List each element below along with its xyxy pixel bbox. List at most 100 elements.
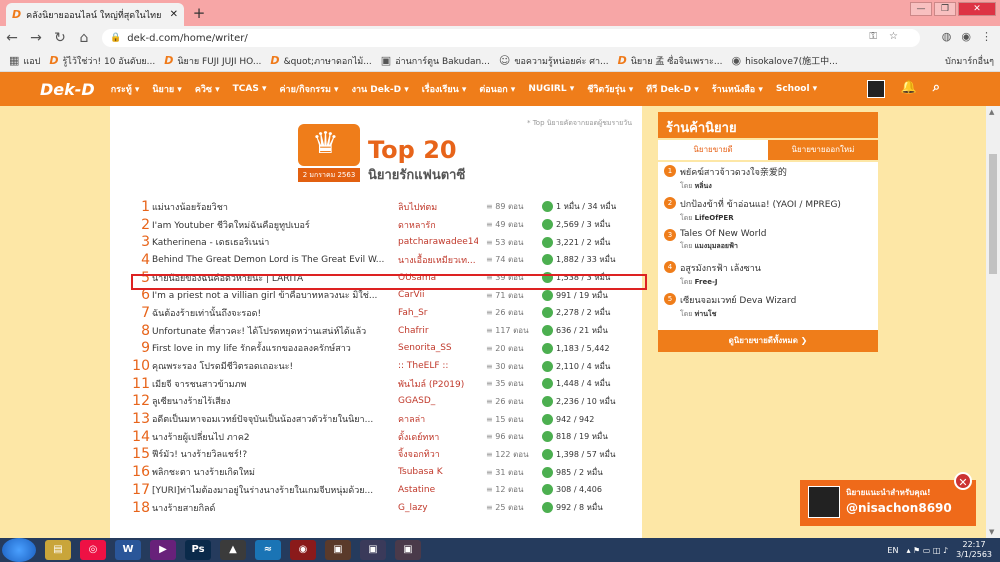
bell-icon[interactable]: 🔔 — [901, 80, 917, 98]
author-link[interactable]: Fah_Sr — [398, 308, 478, 318]
language-indicator[interactable]: EN — [887, 546, 898, 555]
visualstudio-icon[interactable]: ▶ — [150, 540, 176, 560]
chrome-icon[interactable]: ◎ — [80, 540, 106, 560]
shop-item-author[interactable]: LifeOfPER — [695, 214, 734, 222]
bookmark-item[interactable]: ▣ อ่านการ์ตูน Bakudan... — [381, 54, 490, 68]
ranking-row[interactable]: 17 [YURI]ท่าไมต้องมาอยู่ในร่างนางร้ายในเก… — [110, 481, 642, 499]
author-link[interactable]: ดาหลารัก — [398, 218, 478, 232]
bookmark-star-icon[interactable]: ⚿☆ — [869, 31, 910, 42]
shop-item[interactable]: 3 Tales Of New World โดย แมงมุมลอยฟ้า — [658, 226, 878, 258]
image-icon[interactable]: ▣ — [325, 540, 351, 560]
nav-item[interactable]: กระทู้ ▾ — [111, 82, 140, 96]
novel-title-link[interactable]: นางร้ายสายกิลด์ — [152, 501, 388, 515]
novel-title-link[interactable]: Katherinena - เดธเธอริเนน่า — [152, 235, 388, 249]
nav-item[interactable]: ทีวี Dek-D ▾ — [646, 82, 699, 96]
shop-item-author[interactable]: ท่านโช — [695, 310, 717, 318]
shop-item[interactable]: 1 พยัคฆ์สาวจ้าวดวงใจ亲爱的 โดย หลิ่นง — [658, 162, 878, 194]
recommendation-popup[interactable]: นิยายแนะนำสำหรับคุณ! @nisachon8690 — [800, 480, 976, 526]
shop-item-author[interactable]: Free-J — [695, 278, 718, 286]
start-button[interactable] — [2, 538, 36, 562]
bookmark-item[interactable]: D นิยาย 孟 ซื่อจินเพราะ... — [618, 54, 723, 68]
ranking-row[interactable]: 8 Unfortunate ที่สาวคะ! ได้โปรดหยุดหว่านเ… — [110, 322, 642, 340]
tab-new-release[interactable]: นิยายขายออกใหม่ — [768, 140, 878, 160]
nav-item[interactable]: TCAS ▾ — [233, 84, 267, 94]
forward-icon[interactable]: → — [24, 30, 48, 46]
scroll-down-icon[interactable]: ▼ — [989, 528, 994, 536]
shop-item-title[interactable]: พยัคฆ์สาวจ้าวดวงใจ亲爱的 — [680, 162, 878, 179]
author-link[interactable]: Astatine — [398, 485, 478, 495]
novel-title-link[interactable]: ฉันต้องร้ายเท่านั้นถึงจะรอด! — [152, 306, 388, 320]
shop-item[interactable]: 5 เซียนจอมเวทย์ Deva Wizard โดย ท่านโช — [658, 290, 878, 322]
word-icon[interactable]: W — [115, 540, 141, 560]
ranking-row[interactable]: 4 Behind The Great Demon Lord is The Grea… — [110, 251, 642, 269]
author-link[interactable]: นางเอื้อยเหมียวเท... — [398, 253, 478, 267]
shop-item[interactable]: 2 ปกป้องข้าที่ ข้าอ่อนแอ! (YAOI / MPREG) โ… — [658, 194, 878, 226]
shop-item-title[interactable]: Tales Of New World — [680, 226, 878, 239]
new-tab-button[interactable]: + — [190, 4, 208, 22]
profile-icon[interactable]: ◉ — [961, 30, 971, 43]
ranking-row[interactable]: 16พลิกชะตา นางร้ายเกิดใหม่ Tsubasa K 31 ตอ… — [110, 463, 642, 481]
app-icon[interactable]: ▲ — [220, 540, 246, 560]
bookmark-item[interactable]: D &quot;ภาษาดอกไม้... — [270, 54, 371, 68]
novel-title-link[interactable]: คุณพระรอง โปรดมีชีวิตรอดเถอะนะ! — [152, 359, 388, 373]
image-icon[interactable]: ▣ — [395, 540, 421, 560]
author-link[interactable]: :: TheELF :: — [398, 361, 478, 371]
ranking-row[interactable]: 18นางร้ายสายกิลด์ G_lazy 25 ตอน 992 / 8 หมื… — [110, 499, 642, 517]
bookmark-item[interactable]: ☺ ขอความรู้หน่อยค่ะ ศา... — [499, 54, 609, 68]
ranking-row[interactable]: 15ฟีร์มัว! นางร้ายวิลแชร์!? จิ้งจอกทิวา 12… — [110, 446, 642, 464]
nav-item[interactable]: NUGIRL ▾ — [528, 84, 574, 94]
user-avatar[interactable] — [866, 80, 885, 98]
ranking-row[interactable]: 13 อดีตเป็นมหาจอมเวทย์ปัจจุบันเป็นน้องสาว… — [110, 410, 642, 428]
novel-title-link[interactable]: แม่นางน้อยร้อยวิชา — [152, 200, 388, 214]
novel-title-link[interactable]: [YURI]ท่าไมต้องมาอยู่ในร่างนางร้ายในเกมจ… — [152, 483, 388, 497]
back-icon[interactable]: ← — [0, 30, 24, 46]
shop-item-title[interactable]: เซียนจอมเวทย์ Deva Wizard — [680, 290, 878, 307]
novel-title-link[interactable]: ลูเซียนางร้ายไร้เสียง — [152, 394, 388, 408]
author-link[interactable]: CarVii — [398, 290, 478, 300]
dekd-logo[interactable]: Dek-D — [40, 80, 95, 99]
author-link[interactable]: ดั้งเดย์ทหา — [398, 430, 478, 444]
author-link[interactable]: Senorita_SS — [398, 343, 478, 353]
novel-title-link[interactable]: I'm a priest not a villian girl ข้าคือบา… — [152, 288, 388, 302]
novel-title-link[interactable]: ฟีร์มัว! นางร้ายวิลแชร์!? — [152, 447, 388, 461]
ranking-row[interactable]: 2 I'am Youtuber ชีวิตใหม่ฉันคือยูทูปเบอร์… — [110, 216, 642, 234]
ranking-row[interactable]: 9 First love in my life รักครั้งแรกของอลง… — [110, 340, 642, 358]
minimize-icon[interactable]: — — [910, 2, 932, 16]
see-all-bestsellers-button[interactable]: ดูนิยายขายดีทั้งหมด ❯ — [658, 330, 878, 352]
author-link[interactable]: Chafrir — [398, 326, 478, 336]
nav-item[interactable]: ต่อนอก ▾ — [479, 82, 515, 96]
close-tab-icon[interactable]: ✕ — [170, 9, 178, 20]
shop-item-author[interactable]: แมงมุมลอยฟ้า — [695, 242, 738, 250]
nav-item[interactable]: ชีวิตวัยรุ่น ▾ — [587, 82, 633, 96]
photoshop-icon[interactable]: Ps — [185, 540, 211, 560]
author-link[interactable]: GGASD_ — [398, 396, 478, 406]
ranking-row[interactable]: 7ฉันต้องร้ายเท่านั้นถึงจะรอด! Fah_Sr 26 ตอ… — [110, 304, 642, 322]
author-link[interactable]: พันไมล์ (P2019) — [398, 377, 478, 391]
app-icon[interactable]: ◉ — [290, 540, 316, 560]
extension-icon[interactable]: ◍ — [942, 30, 952, 43]
author-link[interactable]: ลิบไปท่ตม — [398, 200, 478, 214]
tray-icons[interactable]: ▴ ⚑ ▭ ◫ ♪ — [906, 546, 948, 555]
ranking-row[interactable]: 12ลูเซียนางร้ายไร้เสียง GGASD_ 26 ตอน 2,236… — [110, 393, 642, 411]
ranking-row[interactable]: 10 คุณพระรอง โปรดมีชีวิตรอดเถอะนะ!:: TheE… — [110, 357, 642, 375]
author-link[interactable]: คาลล่า — [398, 412, 478, 426]
url-bar[interactable]: 🔒 dek-d.com/home/writer/ ⚿☆ — [102, 29, 920, 47]
nav-item[interactable]: ค่าย/กิจกรรม ▾ — [280, 82, 339, 96]
bookmark-item[interactable]: D รู้ไว้ใช่ว่า! 10 อันดับย... — [49, 54, 155, 68]
menu-icon[interactable]: ⋮ — [981, 30, 992, 43]
author-link[interactable]: patcharawadee14 — [398, 237, 478, 247]
nav-item[interactable]: งาน Dek-D ▾ — [352, 82, 409, 96]
ranking-row[interactable]: 1แม่นางน้อยร้อยวิชา ลิบไปท่ตม 89 ตอน 1 หมื่… — [110, 198, 642, 216]
clock[interactable]: 22:17 3/1/2563 — [956, 540, 992, 560]
novel-title-link[interactable]: I'am Youtuber ชีวิตใหม่ฉันคือยูทูปเบอร์ — [152, 218, 388, 232]
shop-item[interactable]: 4 อสูรมังกรฟ้า เล้งซาน โดย Free-J — [658, 258, 878, 290]
image-icon[interactable]: ▣ — [360, 540, 386, 560]
scroll-thumb[interactable] — [989, 154, 997, 274]
maximize-icon[interactable]: ❐ — [934, 2, 956, 16]
novel-title-link[interactable]: เมียจี จารชนสาวข้ามภพ — [152, 377, 388, 391]
novel-title-link[interactable]: พลิกชะตา นางร้ายเกิดใหม่ — [152, 465, 388, 479]
bookmark-item[interactable]: D นิยาย FUJI JUJI HO... — [164, 54, 261, 68]
window-close-icon[interactable]: ✕ — [958, 2, 996, 16]
explorer-icon[interactable]: ▤ — [45, 540, 71, 560]
other-bookmarks[interactable]: บักมาร์กอื่นๆ — [945, 54, 994, 68]
